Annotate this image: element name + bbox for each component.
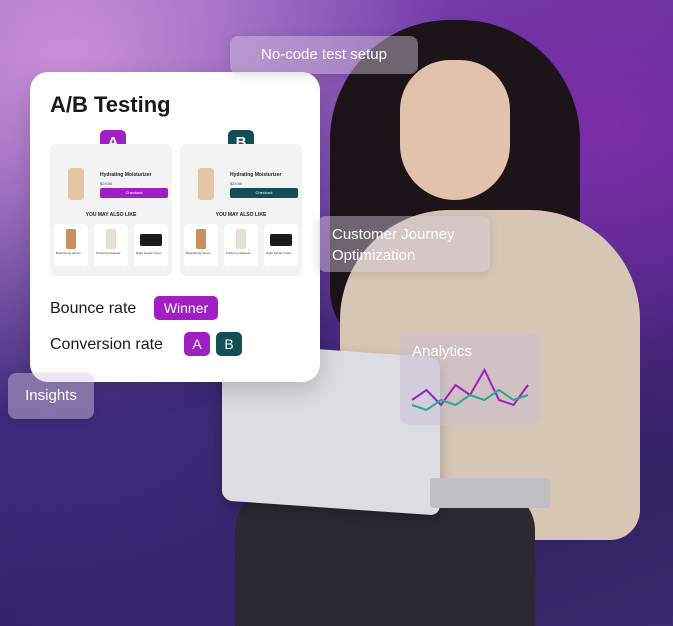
- analytics-series-purple: [411, 367, 529, 407]
- conversion-a-pill: A: [184, 332, 210, 356]
- journey-line-1: Customer Journey: [332, 226, 455, 243]
- analytics-tag: Analytics: [400, 333, 540, 425]
- mini-product: Purifying Cleanser: [94, 224, 128, 266]
- winner-pill: Winner: [154, 296, 218, 320]
- also-like-heading: YOU MAY ALSO LIKE: [85, 212, 137, 218]
- card-title: A/B Testing: [50, 92, 171, 117]
- nocode-tag: No-code test setup: [230, 36, 418, 74]
- insights-tag: Insights: [8, 373, 94, 419]
- product-name: Hydrating Moisturizer: [100, 172, 152, 178]
- journey-tag: Customer Journey Optimization: [318, 216, 490, 272]
- also-like-heading: YOU MAY ALSO LIKE: [215, 212, 267, 218]
- person-face: [400, 60, 510, 200]
- mini-product: Brightening Serum: [54, 224, 88, 266]
- product-name: Hydrating Moisturizer: [230, 172, 282, 178]
- mini-product: Night Facial Cream: [134, 224, 168, 266]
- product-image: [198, 168, 214, 200]
- bounce-rate-label: Bounce rate: [50, 300, 137, 317]
- mini-product: Purifying Cleanser: [224, 224, 258, 266]
- conversion-b-pill: B: [216, 332, 242, 356]
- product-price: $24.00: [100, 181, 113, 186]
- product-image: [68, 168, 84, 200]
- variant-a-preview: Hydrating Moisturizer $24.00 Checkout YO…: [50, 144, 172, 276]
- journey-line-2: Optimization: [332, 247, 416, 264]
- ab-testing-card: A/B Testing A Hydrating Moisturizer $24.…: [30, 72, 320, 382]
- analytics-sparkline: [411, 367, 529, 412]
- checkout-button[interactable]: Checkout: [230, 188, 298, 198]
- product-price: $24.00: [230, 181, 243, 186]
- conversion-rate-label: Conversion rate: [50, 336, 163, 353]
- laptop-base: [430, 478, 550, 508]
- variant-b-preview: Hydrating Moisturizer $24.00 Checkout YO…: [180, 144, 302, 276]
- checkout-button[interactable]: Checkout: [100, 188, 168, 198]
- mini-product: Night Facial Cream: [264, 224, 298, 266]
- mini-product: Brightening Serum: [184, 224, 218, 266]
